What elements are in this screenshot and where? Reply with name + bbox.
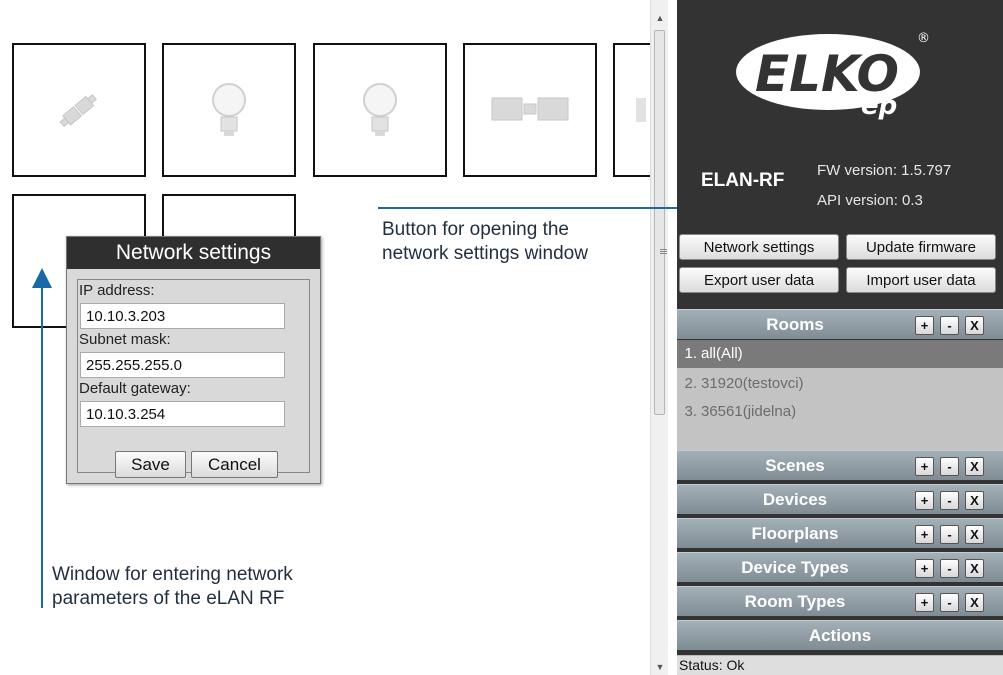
elko-ep-logo: ELKO ep ® <box>736 31 930 120</box>
list-item[interactable]: 2. 31920(testovci) <box>677 370 1003 398</box>
remove-button[interactable]: - <box>940 316 959 335</box>
fw-version: FW version: 1.5.797 <box>817 162 952 179</box>
section-rooms[interactable]: Rooms + - X <box>677 309 1003 339</box>
section-label: Floorplans <box>751 524 839 543</box>
section-scenes[interactable]: Scenes + - X <box>677 450 1003 480</box>
device-name: ELAN-RF <box>701 170 785 191</box>
remove-button[interactable]: - <box>940 457 959 476</box>
svg-text:®: ® <box>917 31 930 46</box>
add-button[interactable]: + <box>915 593 934 612</box>
section-label: Devices <box>762 490 828 509</box>
network-settings-button[interactable]: Network settings <box>679 234 839 260</box>
close-button[interactable]: X <box>965 316 984 335</box>
add-button[interactable]: + <box>915 525 934 544</box>
list-item[interactable]: 1. all(All) <box>677 340 1003 368</box>
section-actions[interactable]: Actions <box>677 620 1003 650</box>
remove-button[interactable]: - <box>940 525 959 544</box>
close-button[interactable]: X <box>965 593 984 612</box>
status-bar: Status: Ok <box>677 655 1003 675</box>
close-button[interactable]: X <box>965 491 984 510</box>
section-floorplans[interactable]: Floorplans + - X <box>677 518 1003 548</box>
close-button[interactable]: X <box>965 457 984 476</box>
close-button[interactable]: X <box>965 559 984 578</box>
section-label: Room Types <box>744 592 846 611</box>
section-label: Scenes <box>765 456 825 475</box>
section-room-types[interactable]: Room Types + - X <box>677 586 1003 616</box>
section-label: Actions <box>808 626 872 645</box>
update-firmware-button[interactable]: Update firmware <box>846 234 996 260</box>
rooms-list: 1. all(All) 2. 31920(testovci) 3. 36561(jid… <box>677 340 1003 450</box>
import-user-data-button[interactable]: Import user data <box>846 267 996 293</box>
add-button[interactable]: + <box>915 316 934 335</box>
elan-panel: ELKO ep ® ELAN-RF FW version: 1.5.797 AP… <box>677 0 1003 675</box>
remove-button[interactable]: - <box>940 559 959 578</box>
add-button[interactable]: + <box>915 457 934 476</box>
svg-text:ep: ep <box>861 91 897 120</box>
remove-button[interactable]: - <box>940 491 959 510</box>
remove-button[interactable]: - <box>940 593 959 612</box>
export-user-data-button[interactable]: Export user data <box>679 267 839 293</box>
section-devices[interactable]: Devices + - X <box>677 484 1003 514</box>
section-label: Device Types <box>741 558 849 577</box>
section-label: Rooms <box>766 315 824 334</box>
add-button[interactable]: + <box>915 559 934 578</box>
list-item[interactable]: 3. 36561(jidelna) <box>677 398 1003 426</box>
api-version: API version: 0.3 <box>817 192 923 209</box>
add-button[interactable]: + <box>915 491 934 510</box>
section-device-types[interactable]: Device Types + - X <box>677 552 1003 582</box>
close-button[interactable]: X <box>965 525 984 544</box>
